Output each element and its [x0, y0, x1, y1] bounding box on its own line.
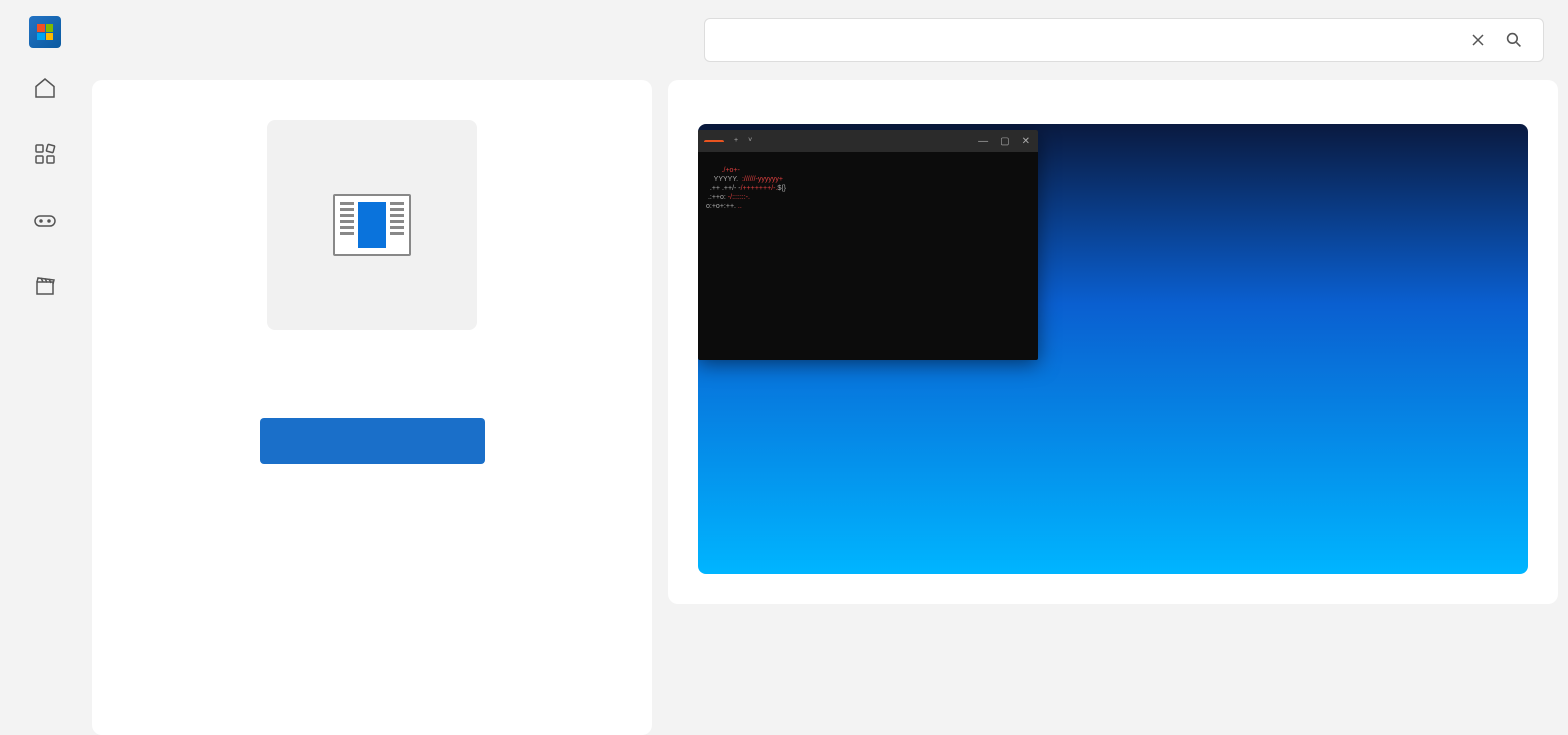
- search-icon: [1506, 32, 1522, 48]
- terminal-ubuntu: +˅—▢✕ ./+o+- YYYYY. ://////-yyyyyy+ .++ …: [698, 130, 1038, 360]
- gamepad-icon: [33, 208, 57, 232]
- apps-icon: [33, 142, 57, 166]
- home-icon: [33, 76, 57, 100]
- store-title: [70, 30, 74, 50]
- app-icon: [267, 120, 477, 330]
- app-hero-card: [92, 80, 652, 735]
- clapperboard-icon: [33, 274, 57, 298]
- open-button[interactable]: [260, 418, 485, 464]
- nav-home[interactable]: [0, 68, 90, 114]
- clear-search-button[interactable]: [1463, 25, 1493, 55]
- nav-gaming[interactable]: [0, 200, 90, 246]
- screenshots-section: +˅—▢✕ ./+o+- YYYYY. ://////-yyyyyy+ .++ …: [668, 80, 1558, 604]
- topbar: [90, 0, 1568, 80]
- close-icon: [1471, 33, 1485, 47]
- terminal-tab: [704, 140, 724, 142]
- right-column: +˅—▢✕ ./+o+- YYYYY. ://////-yyyyyy+ .++ …: [668, 80, 1568, 735]
- screenshot-image[interactable]: +˅—▢✕ ./+o+- YYYYY. ://////-yyyyyy+ .++ …: [698, 124, 1528, 574]
- search-box[interactable]: [704, 18, 1544, 62]
- content: +˅—▢✕ ./+o+- YYYYY. ://////-yyyyyy+ .++ …: [90, 80, 1568, 735]
- store-logo-icon: [29, 16, 61, 48]
- sidebar: [0, 0, 90, 735]
- nav-movies-tv[interactable]: [0, 266, 90, 312]
- nav-apps[interactable]: [0, 134, 90, 180]
- main-area: +˅—▢✕ ./+o+- YYYYY. ://////-yyyyyy+ .++ …: [90, 0, 1568, 735]
- search-input[interactable]: [719, 30, 1463, 51]
- search-button[interactable]: [1499, 25, 1529, 55]
